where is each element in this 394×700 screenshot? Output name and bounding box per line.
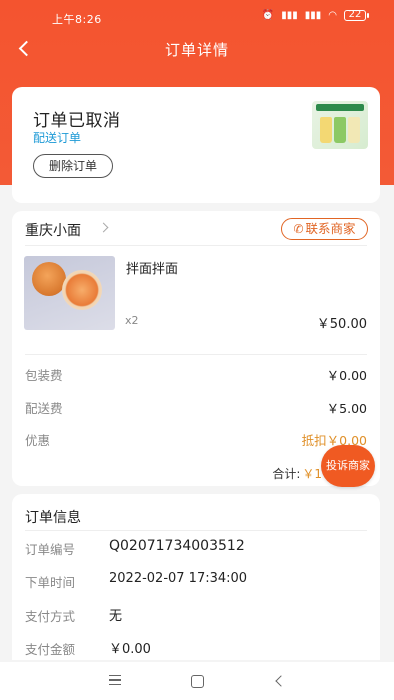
order-total: 合计: ￥1 <box>272 465 322 482</box>
contact-merchant-label: 联系商家 <box>305 221 356 236</box>
order-info-title: 订单信息 <box>25 510 81 526</box>
status-bar: 上午8:26 ⏰ ▮▮▮ ▮▮▮ ◠ 22 <box>0 8 394 28</box>
nav-bar: 订单详情 <box>0 34 394 64</box>
fee-value: ￥0.00 <box>326 368 367 383</box>
status-time: 上午8:26 <box>52 13 102 26</box>
shop-name[interactable]: 重庆小面 <box>25 220 81 240</box>
food-name: 拌面拌面 <box>126 262 179 277</box>
order-info-card: 订单信息 订单编号 Q02071734003512 下单时间 2022-02-0… <box>12 494 380 660</box>
info-label: 下单时间 <box>25 575 76 590</box>
contact-merchant-button[interactable]: ✆ 联系商家 <box>281 218 368 240</box>
home-icon[interactable] <box>187 672 207 690</box>
alarm-clock-icon: ⏰ <box>261 10 275 21</box>
signal-icon: ▮▮▮ <box>281 10 298 21</box>
food-quantity: x2 <box>125 314 139 327</box>
info-value: 无 <box>109 609 123 624</box>
info-label: 支付方式 <box>25 609 76 624</box>
battery-icon: 22 <box>344 9 369 21</box>
wifi-icon: ◠ <box>328 10 337 21</box>
fee-row-delivery: 配送费 ￥5.00 <box>25 398 367 418</box>
chevron-right-icon[interactable] <box>98 222 109 233</box>
page-title: 订单详情 <box>164 41 229 59</box>
battery-level: 22 <box>348 9 362 20</box>
food-price: ￥50.00 <box>316 317 367 332</box>
fee-row-discount: 优惠 抵扣￥0.00 <box>25 430 367 450</box>
total-value: ￥1 <box>302 467 322 481</box>
food-image <box>24 256 115 330</box>
menu-icon[interactable] <box>105 672 125 690</box>
fee-row-packaging: 包装费 ￥0.00 <box>25 365 367 385</box>
shop-order-card: 重庆小面 ✆ 联系商家 拌面拌面 x2 ￥50.00 包装费 ￥0.00 配送费 … <box>12 211 380 486</box>
info-row-order-number: 订单编号 Q02071734003512 <box>25 538 367 558</box>
divider <box>25 530 367 531</box>
fee-label: 包装费 <box>25 368 63 383</box>
info-value: Q02071734003512 <box>109 538 245 554</box>
back-icon[interactable] <box>270 672 290 690</box>
total-label: 合计: <box>272 467 301 481</box>
info-label: 订单编号 <box>25 542 76 557</box>
phone-icon: ✆ <box>293 222 304 236</box>
info-row-payment-amount: 支付金额 ￥0.00 <box>25 638 367 658</box>
fee-label: 配送费 <box>25 401 63 416</box>
divider <box>25 354 367 355</box>
info-value: ￥0.00 <box>109 642 151 657</box>
delete-order-button[interactable]: 删除订单 <box>33 154 113 178</box>
complain-merchant-button[interactable]: 投诉商家 <box>321 445 375 487</box>
system-nav-bar <box>0 662 394 700</box>
order-status-title: 订单已取消 <box>33 111 121 131</box>
status-icons: ⏰ ▮▮▮ ▮▮▮ ◠ 22 <box>261 9 369 21</box>
info-value: 2022-02-07 17:34:00 <box>109 571 248 586</box>
signal-icon-2: ▮▮▮ <box>304 10 322 21</box>
fee-label: 优惠 <box>25 433 51 448</box>
order-status-card: 订单已取消 配送订单 删除订单 <box>12 87 380 203</box>
divider <box>25 245 367 246</box>
info-row-order-time: 下单时间 2022-02-07 17:34:00 <box>25 571 367 591</box>
order-type-label: 配送订单 <box>33 131 82 145</box>
shop-thumbnail <box>312 101 368 149</box>
info-label: 支付金额 <box>25 642 76 657</box>
fee-value: ￥5.00 <box>326 401 367 416</box>
info-row-payment-method: 支付方式 无 <box>25 605 367 625</box>
